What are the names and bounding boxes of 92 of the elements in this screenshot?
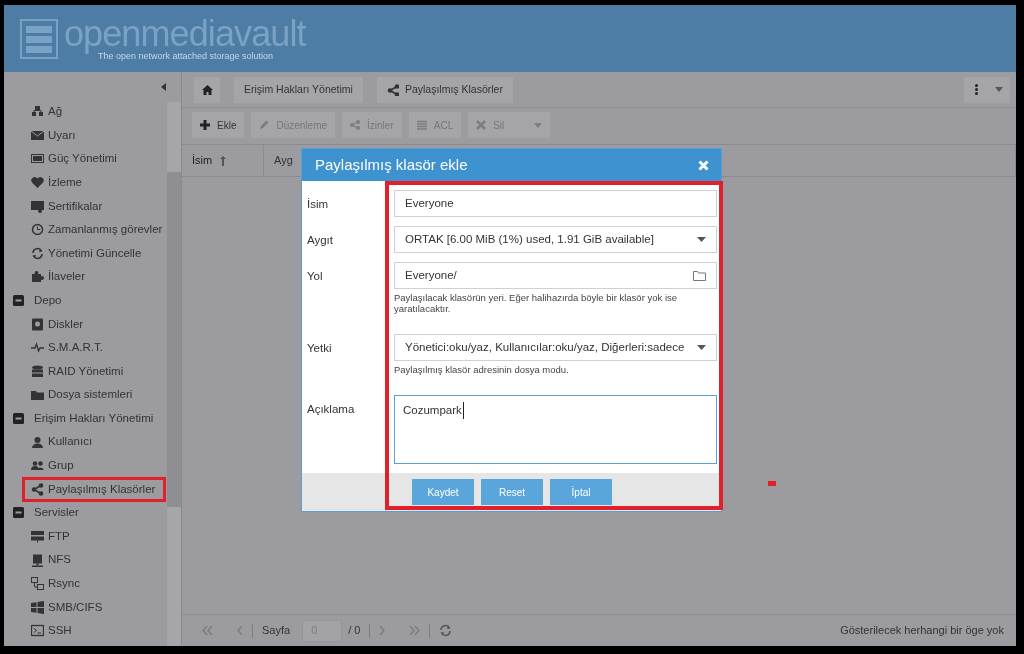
sidebar-item[interactable]: SSH (4, 619, 167, 643)
collapse-icon[interactable] (13, 295, 24, 307)
collapse-icon[interactable] (161, 83, 167, 91)
breadcrumb-item[interactable]: Erişim Hakları Yönetimi (234, 76, 363, 103)
puzzle-icon (31, 270, 44, 284)
heartbeat-icon (31, 176, 44, 190)
sidebar-item[interactable]: Güç Yönetimi (4, 147, 167, 171)
field-label: İsim (306, 197, 330, 212)
caret-icon (697, 237, 706, 242)
battery-icon (31, 152, 44, 166)
column-header[interactable]: İsim (182, 145, 264, 176)
field-label: Yol (306, 269, 324, 284)
share-icon (386, 83, 399, 96)
help-text: Paylaşılmış klasör adresinin dosya modu. (394, 364, 570, 375)
desktop-icon (31, 553, 44, 567)
server-icon (31, 530, 44, 543)
dropdown-button[interactable] (988, 76, 1010, 103)
sidebar-item[interactable]: Zamanlanmış görevler (4, 217, 167, 242)
sidebar-group[interactable]: Servisler (4, 501, 167, 525)
field-label: Yetki (306, 341, 333, 356)
sidebar-item[interactable]: Sertifikalar (4, 194, 167, 218)
sort-arrow-icon (220, 155, 227, 166)
folder-icon[interactable] (693, 270, 706, 281)
sidebar-item[interactable]: Paylaşılmış Klasörler (4, 477, 167, 502)
sync-icon (31, 577, 44, 591)
list-icon (416, 120, 427, 130)
plus-icon (200, 120, 210, 130)
refresh-icon (31, 246, 44, 260)
logo-tagline: The open network attached storage solution (98, 50, 274, 61)
clock-icon (31, 223, 44, 237)
caret-icon (534, 122, 543, 128)
share-icon (31, 482, 44, 496)
annotation-mark (768, 481, 776, 486)
caret-icon (697, 345, 706, 350)
sidebar-item[interactable]: S.M.A.R.T. (4, 335, 167, 360)
sidebar-item[interactable]: RAID Yönetimi (4, 359, 167, 384)
home-icon (201, 84, 213, 95)
sidebar-group[interactable]: Depo (4, 288, 167, 313)
refresh-icon[interactable] (439, 624, 453, 637)
close-icon[interactable] (698, 159, 709, 171)
input-field[interactable]: Everyone/ (394, 262, 717, 289)
sidebar-group[interactable]: Erişim Hakları Yönetimi (4, 406, 167, 431)
breadcrumb-item[interactable]: Paylaşılmış Klasörler (376, 76, 513, 103)
page-label: Sayfa (262, 623, 291, 639)
envelope-icon (31, 128, 44, 142)
certificate-icon (31, 199, 44, 213)
text-area[interactable]: Cozumpark (394, 395, 717, 464)
caret-icon (995, 87, 1003, 92)
status-text: Gösterilecek herhangi bir öge yok (840, 623, 1004, 639)
field-label: Aygıt (306, 233, 334, 248)
database-icon (31, 364, 44, 378)
home-button[interactable] (194, 76, 220, 103)
kebab-icon (974, 84, 978, 95)
folder-icon (31, 388, 44, 402)
user-icon (31, 435, 44, 449)
input-field[interactable]: Everyone (394, 190, 717, 217)
sidebar-item[interactable]: SMB/CIFS (4, 595, 167, 620)
terminal-icon (31, 624, 44, 638)
sidebar-item[interactable]: Yönetimi Güncelle (4, 241, 167, 266)
close-icon (476, 120, 487, 130)
network-icon (31, 105, 44, 119)
scrollbar[interactable] (167, 102, 181, 646)
more-button[interactable] (964, 76, 988, 103)
page-total: / 0 (348, 623, 361, 639)
pencil-icon (259, 120, 270, 130)
help-text: Paylaşılacak klasörün yeri. Eğer halihazırda böyle bir klasör yok ise yaratılacaktır. (394, 292, 679, 314)
pulse-icon (31, 341, 44, 355)
select-field[interactable]: ORTAK [6.00 MiB (1%) used, 1.91 GiB available] (394, 226, 717, 253)
select-field[interactable]: Yönetici:oku/yaz, Kullanıcılar:oku/yaz, Diğerleri:sadece (394, 334, 717, 361)
sidebar-item[interactable]: İzleme (4, 170, 167, 195)
dialog-title: Paylaşılmış klasör ekle (315, 154, 468, 175)
users-icon (31, 459, 44, 473)
sidebar-item[interactable]: İlaveler (4, 265, 167, 289)
sidebar-item[interactable]: FTP (4, 524, 167, 549)
windows-icon (31, 600, 44, 614)
collapse-icon[interactable] (13, 507, 24, 519)
dialog-button[interactable]: İptal (550, 479, 612, 505)
sidebar-item[interactable]: Kullanıcı (4, 430, 167, 454)
sidebar-item[interactable]: Ağ (4, 100, 167, 124)
sidebar-item[interactable]: NFS (4, 548, 167, 572)
sidebar-item[interactable]: Uyarı (4, 123, 167, 148)
logo-icon (20, 18, 58, 59)
sidebar-item[interactable]: Grup (4, 453, 167, 478)
sidebar-item[interactable]: Rsync (4, 571, 167, 596)
dialog-button[interactable]: Kaydet (412, 479, 474, 505)
sidebar-item[interactable]: Dosya sistemleri (4, 383, 167, 407)
sidebar-item[interactable]: Diskler (4, 312, 167, 336)
field-label: Açıklama (306, 402, 356, 417)
share-icon (350, 120, 361, 130)
dialog-button[interactable]: Reset (481, 479, 543, 505)
collapse-icon[interactable] (13, 413, 24, 424)
toolbar-button[interactable]: Ekle (192, 112, 245, 138)
